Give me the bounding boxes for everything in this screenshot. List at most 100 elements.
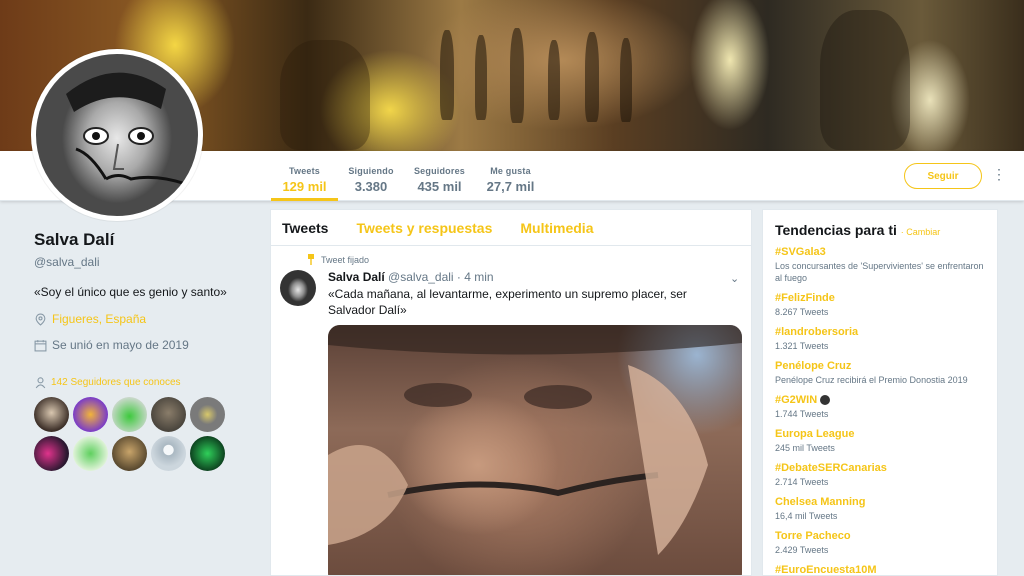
follower-avatar[interactable] (73, 436, 108, 471)
profile-bio: «Soy el único que es genio y santo» (34, 285, 227, 299)
trend-name[interactable]: Europa League (775, 428, 985, 440)
profile-location: Figueres, España (34, 312, 254, 326)
person-icon (35, 377, 46, 389)
trend-item[interactable]: #landrobersoria 1.321 Tweets (775, 326, 985, 352)
trends-panel: Tendencias para ti · Cambiar #SVGala3 Los… (762, 209, 998, 576)
stat-value: 3.380 (354, 179, 388, 194)
stat-value: 435 mil (417, 179, 462, 194)
tweet-handle-time: @salva_dali · 4 min (388, 270, 494, 284)
trend-name[interactable]: #SVGala3 (775, 246, 985, 258)
tweet-media-image[interactable] (328, 325, 742, 575)
followers-you-know-link[interactable]: 142 Seguidores que conoces (51, 377, 181, 388)
tab-tweets-replies[interactable]: Tweets y respuestas (356, 220, 492, 236)
location-pin-icon (35, 313, 46, 326)
follow-button[interactable]: Seguir (904, 163, 982, 189)
more-options-icon[interactable]: ⋮ (992, 167, 1006, 181)
trend-name-text: #EuroEncuesta10M (775, 564, 877, 576)
stat-following[interactable]: Siguiendo 3.380 (345, 151, 397, 201)
trend-name[interactable]: #DebateSERCanarias (775, 462, 985, 474)
trend-list: #SVGala3 Los concursantes de 'Supervivien… (775, 246, 985, 576)
trend-name[interactable]: #FelizFinde (775, 292, 985, 304)
trend-item[interactable]: Chelsea Manning 16,4 mil Tweets (775, 496, 985, 522)
trend-detail: 2.714 Tweets (775, 477, 829, 487)
trend-detail: 1.321 Tweets (775, 341, 829, 351)
trend-item[interactable]: #G2WIN 1.744 Tweets (775, 394, 985, 420)
trend-detail: 1.744 Tweets (775, 409, 829, 419)
profile-info: Salva Dalí @salva_dali «Soy el único que… (34, 230, 254, 471)
chevron-down-icon[interactable]: ⌄ (730, 272, 739, 285)
stat-likes[interactable]: Me gusta 27,7 mil (483, 151, 538, 201)
follower-avatar[interactable] (112, 397, 147, 432)
trend-name[interactable]: #landrobersoria (775, 326, 985, 338)
profile-name[interactable]: Salva Dalí (34, 230, 254, 250)
stat-label: Tweets (288, 166, 321, 176)
follower-avatar[interactable] (73, 397, 108, 432)
tab-media[interactable]: Multimedia (520, 220, 593, 236)
trend-detail: Penélope Cruz recibirá el Premio Donosti… (775, 375, 968, 385)
timeline: Tweets Tweets y respuestas Multimedia Tw… (270, 209, 752, 576)
tab-tweets[interactable]: Tweets (282, 220, 328, 236)
trend-name[interactable]: Penélope Cruz (775, 360, 985, 372)
joined-text: Se unió en mayo de 2019 (52, 338, 189, 352)
trend-item[interactable]: #FelizFinde 8.267 Tweets (775, 292, 985, 318)
tweet-header: Salva Dalí @salva_dali · 4 min (328, 270, 494, 284)
pinned-tweet-label: Tweet fijado (307, 254, 369, 265)
trend-detail: 16,4 mil Tweets (775, 511, 838, 521)
trend-item[interactable]: Europa League 245 mil Tweets (775, 428, 985, 454)
pin-icon (308, 254, 314, 265)
trend-item[interactable]: #DebateSERCanarias 2.714 Tweets (775, 462, 985, 488)
trend-item[interactable]: Penélope Cruz Penélope Cruz recibirá el P… (775, 360, 985, 386)
stat-label: Seguidores (413, 166, 465, 176)
trend-detail: Los concursantes de 'Supervivientes' se … (775, 261, 984, 283)
trend-item[interactable]: Torre Pacheco 2.429 Tweets (775, 530, 985, 556)
trends-change-link[interactable]: · Cambiar (901, 227, 941, 237)
portrait-sketch-icon (66, 72, 187, 186)
trend-item[interactable]: #EuroEncuesta10M (775, 564, 985, 576)
trend-item[interactable]: #SVGala3 Los concursantes de 'Supervivien… (775, 246, 985, 284)
stat-value: 129 mil (282, 179, 327, 194)
follower-avatar[interactable] (34, 436, 69, 471)
trend-name-text: #FelizFinde (775, 292, 835, 304)
trend-name-text: Chelsea Manning (775, 496, 866, 508)
trend-detail: 245 mil Tweets (775, 443, 835, 453)
trend-name-text: #G2WIN (775, 394, 818, 406)
known-followers-grid (34, 397, 254, 471)
follower-avatar[interactable] (151, 436, 186, 471)
tweet-author-avatar[interactable] (280, 270, 316, 306)
stat-label: Siguiendo (348, 166, 394, 176)
trend-name-text: Penélope Cruz (775, 360, 852, 372)
trend-name[interactable]: Chelsea Manning (775, 496, 985, 508)
team-logo-icon (820, 395, 831, 405)
trend-name[interactable]: #EuroEncuesta10M (775, 564, 985, 576)
trends-heading: Tendencias para ti (775, 222, 897, 238)
followers-you-know[interactable]: 142 Seguidores que conoces (34, 376, 254, 389)
trend-name-text: #SVGala3 (775, 246, 826, 258)
trend-name-text: Europa League (775, 428, 855, 440)
follower-avatar[interactable] (151, 397, 186, 432)
trend-detail: 2.429 Tweets (775, 545, 829, 555)
follower-avatar[interactable] (112, 436, 147, 471)
stat-value: 27,7 mil (486, 179, 535, 194)
mustache-photo-sketch-icon (328, 325, 742, 555)
follower-avatar[interactable] (34, 397, 69, 432)
trend-name[interactable]: #G2WIN (775, 394, 985, 406)
stat-tweets[interactable]: Tweets 129 mil (271, 151, 338, 201)
trends-title: Tendencias para ti · Cambiar (775, 222, 985, 238)
profile-avatar[interactable] (31, 49, 203, 221)
tweet-author-name[interactable]: Salva Dalí (328, 270, 385, 284)
trend-name-text: #landrobersoria (775, 326, 859, 338)
stat-followers[interactable]: Seguidores 435 mil (412, 151, 467, 201)
profile-handle: @salva_dali (34, 255, 100, 269)
trend-name-text: Torre Pacheco (775, 530, 851, 542)
trend-name[interactable]: Torre Pacheco (775, 530, 985, 542)
trend-name-text: #DebateSERCanarias (775, 462, 887, 474)
follower-avatar[interactable] (190, 397, 225, 432)
location-link[interactable]: Figueres, España (52, 312, 146, 326)
trend-detail: 8.267 Tweets (775, 307, 829, 317)
avatar-photo (36, 54, 198, 216)
tweet-text: «Cada mañana, al levantarme, experimento… (328, 287, 687, 317)
stat-label: Me gusta (490, 166, 531, 176)
follower-avatar[interactable] (190, 436, 225, 471)
pinned-text: Tweet fijado (321, 254, 370, 265)
calendar-icon (34, 339, 47, 351)
